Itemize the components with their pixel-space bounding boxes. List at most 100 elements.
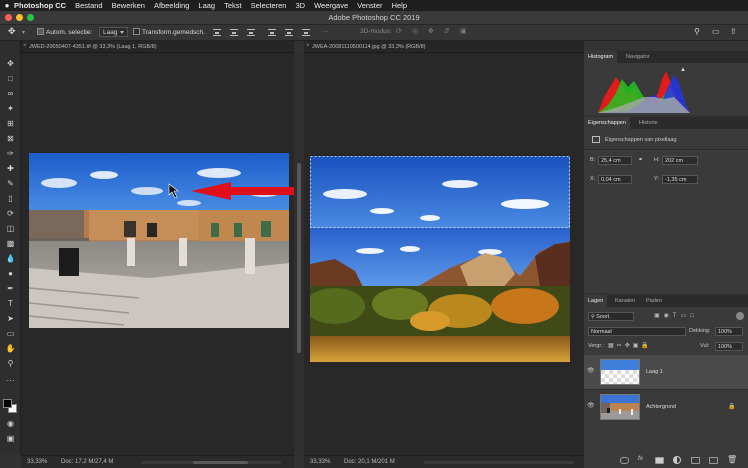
- menu-selecteren[interactable]: Selecteren: [251, 1, 287, 10]
- layer-row-achtergrond[interactable]: 👁 Achtergrond 🔒: [584, 390, 748, 424]
- visibility-eye-icon[interactable]: 👁: [587, 367, 595, 374]
- more-options-icon[interactable]: ···: [322, 28, 329, 35]
- align-top-icon[interactable]: [213, 29, 221, 36]
- tab-channels[interactable]: Kanalen: [611, 295, 639, 307]
- 3d-roll-icon[interactable]: ◎: [412, 27, 418, 35]
- marquee-tool-icon[interactable]: □: [5, 74, 16, 84]
- tab-navigator[interactable]: Navigator: [622, 51, 654, 63]
- vscrollbar-1[interactable]: [294, 53, 304, 455]
- eyedropper-tool-icon[interactable]: ✑: [5, 149, 16, 159]
- layer-mask-icon[interactable]: [655, 457, 664, 464]
- street-image[interactable]: [29, 153, 289, 328]
- menu-tekst[interactable]: Tekst: [224, 1, 242, 10]
- menu-laag[interactable]: Laag: [198, 1, 215, 10]
- path-select-tool-icon[interactable]: ➤: [5, 314, 16, 324]
- eraser-tool-icon[interactable]: ◫: [5, 224, 16, 234]
- align-vcenter-icon[interactable]: [230, 29, 238, 36]
- hscroll-thumb-1[interactable]: [193, 461, 248, 464]
- quick-mask-icon[interactable]: ◉: [5, 419, 16, 429]
- width-field[interactable]: 25,4 cm: [598, 156, 632, 165]
- layer-name-achtergrond[interactable]: Achtergrond: [646, 404, 676, 410]
- transform-controls-option[interactable]: Transform.gemedsch.: [133, 28, 205, 36]
- layer-style-icon[interactable]: fx: [638, 455, 643, 462]
- layer-name-laag1[interactable]: Laag 1: [646, 369, 663, 375]
- canvas-area-2[interactable]: [304, 53, 584, 455]
- clone-stamp-tool-icon[interactable]: ▯: [5, 194, 16, 204]
- tab-histogram[interactable]: Histogram: [584, 51, 618, 63]
- close-tab-icon[interactable]: ×: [23, 43, 27, 49]
- x-field[interactable]: 0,04 cm: [598, 175, 632, 184]
- vscroll-thumb-1[interactable]: [297, 163, 301, 353]
- layer-kind-filter[interactable]: ⚲ Soort: [588, 312, 634, 321]
- 3d-pan-icon[interactable]: ✥: [428, 27, 434, 35]
- foreground-color-swatch[interactable]: [3, 399, 12, 408]
- auto-select-option[interactable]: Autom. selectie:: [37, 28, 92, 36]
- layer-row-laag1[interactable]: 👁 Laag 1: [584, 355, 748, 389]
- 3d-rotate-icon[interactable]: ⟳: [396, 27, 402, 35]
- hand-tool-icon[interactable]: ✋: [5, 344, 16, 354]
- lock-icon[interactable]: 🔒: [728, 403, 735, 410]
- dodge-tool-icon[interactable]: ●: [5, 269, 16, 279]
- link-layers-icon[interactable]: [620, 457, 629, 464]
- share-icon[interactable]: ⇧: [730, 27, 737, 36]
- hscrollbar-2[interactable]: [424, 461, 574, 464]
- new-layer-icon[interactable]: [709, 457, 718, 464]
- opacity-field[interactable]: 100%: [715, 327, 743, 336]
- close-tab-icon[interactable]: ×: [306, 43, 310, 49]
- menu-weergave[interactable]: Weergave: [314, 1, 348, 10]
- tab-paths[interactable]: Paden: [642, 295, 666, 307]
- lasso-tool-icon[interactable]: ∞: [5, 89, 16, 99]
- filter-toggle-icon[interactable]: [736, 312, 744, 320]
- adjustment-layer-icon[interactable]: [673, 456, 681, 464]
- move-tool-icon[interactable]: ✥: [5, 59, 16, 69]
- workspace-icon[interactable]: ▭: [712, 27, 720, 36]
- zoom-tool-icon[interactable]: ⚲: [5, 359, 16, 369]
- crop-tool-icon[interactable]: ⊞: [5, 119, 16, 129]
- 3d-slide-icon[interactable]: ⇵: [444, 27, 450, 35]
- zoom-level-1[interactable]: 33,33%: [27, 459, 47, 465]
- menu-help[interactable]: Help: [392, 1, 407, 10]
- screen-mode-icon[interactable]: ▣: [5, 434, 16, 444]
- distribute-top-icon[interactable]: [268, 29, 276, 36]
- zoom-level-2[interactable]: 33,33%: [310, 459, 330, 465]
- doc-tab-1[interactable]: × JWED-20050407-4351.tif @ 33,3% (Laag 1…: [21, 41, 294, 53]
- tab-layers[interactable]: Lagen: [584, 295, 608, 307]
- menu-bewerken[interactable]: Bewerken: [112, 1, 145, 10]
- history-brush-tool-icon[interactable]: ⟳: [5, 209, 16, 219]
- menu-3d[interactable]: 3D: [295, 1, 305, 10]
- canyon-image[interactable]: [310, 156, 570, 362]
- frame-tool-icon[interactable]: ⊠: [5, 134, 16, 144]
- visibility-eye-icon[interactable]: 👁: [587, 402, 595, 409]
- align-bottom-icon[interactable]: [247, 29, 255, 36]
- blend-mode-dropdown[interactable]: Normaal: [588, 327, 686, 336]
- search-icon[interactable]: ⚲: [694, 27, 700, 36]
- lock-icons[interactable]: ▦✑✥▣🔒: [608, 342, 652, 349]
- canvas-area-1[interactable]: [21, 53, 296, 455]
- link-icon[interactable]: ⚭: [638, 156, 643, 163]
- fill-field[interactable]: 100%: [715, 342, 743, 351]
- menu-afbeelding[interactable]: Afbeelding: [154, 1, 189, 10]
- tab-history[interactable]: Historie: [635, 117, 662, 129]
- apple-icon[interactable]: ●: [0, 1, 14, 10]
- transform-checkbox[interactable]: [133, 28, 140, 35]
- doc-info-2[interactable]: Doc: 20,1 M/201 M: [344, 459, 395, 465]
- y-field[interactable]: -1,35 cm: [662, 175, 698, 184]
- doc-info-1[interactable]: Doc: 17,2 M/27,4 M: [61, 459, 113, 465]
- distribute-vcenter-icon[interactable]: [285, 29, 293, 36]
- layer-filter-icons[interactable]: ▣◉T▭□: [654, 312, 698, 319]
- menu-venster[interactable]: Venster: [357, 1, 382, 10]
- auto-select-dropdown[interactable]: Laag: [99, 27, 129, 37]
- trash-icon[interactable]: 🗑: [727, 455, 737, 464]
- tab-properties[interactable]: Eigenschappen: [584, 117, 630, 129]
- doc-tab-2[interactable]: × JWEA-20081110500114.jpg @ 33,3% (RGB/8…: [304, 41, 584, 53]
- pen-tool-icon[interactable]: ✒: [5, 284, 16, 294]
- 3d-scale-icon[interactable]: ▣: [460, 27, 467, 35]
- move-tool-icon[interactable]: ✥: [8, 26, 16, 37]
- distribute-bottom-icon[interactable]: [302, 29, 310, 36]
- type-tool-icon[interactable]: T: [5, 299, 16, 309]
- height-field[interactable]: 202 cm: [662, 156, 698, 165]
- auto-select-checkbox[interactable]: [37, 28, 44, 35]
- new-group-icon[interactable]: [691, 457, 700, 464]
- chevron-down-icon[interactable]: ▾: [22, 29, 25, 36]
- gradient-tool-icon[interactable]: ▩: [5, 239, 16, 249]
